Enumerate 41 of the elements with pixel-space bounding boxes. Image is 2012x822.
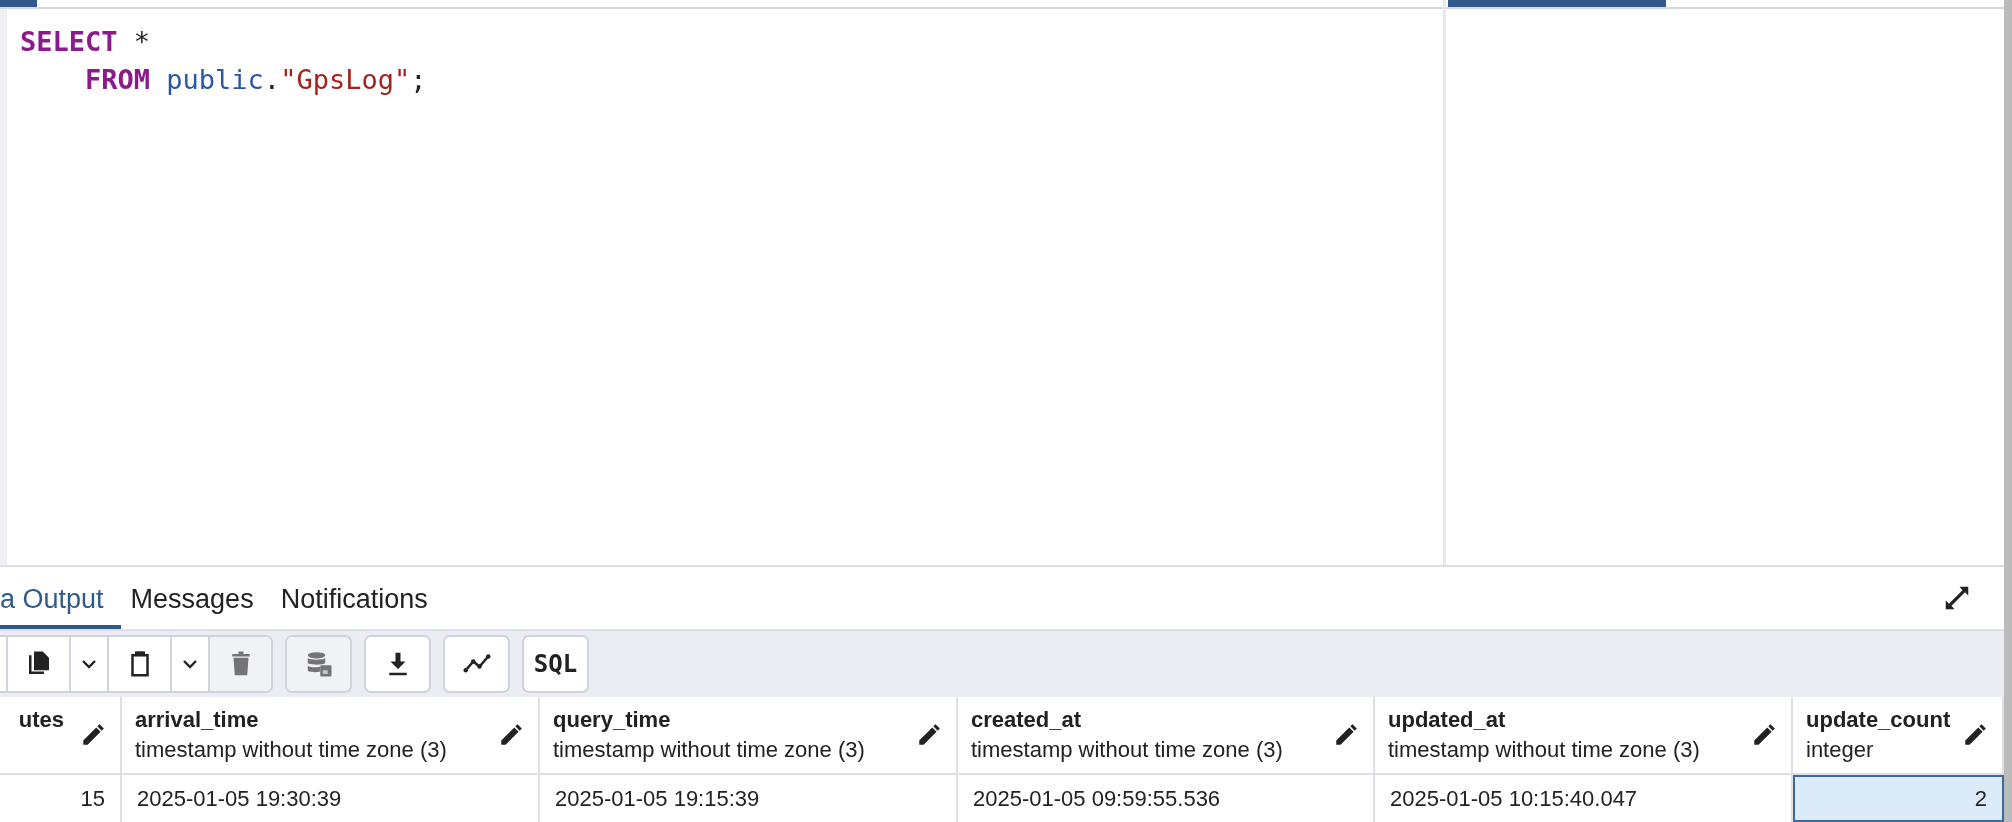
code-token: SELECT bbox=[20, 26, 118, 57]
column-name: utes bbox=[18, 706, 64, 734]
column-type: timestamp without time zone (3) bbox=[971, 736, 1283, 764]
column-type: integer bbox=[1806, 736, 1875, 764]
code-token: "GpsLog" bbox=[280, 64, 411, 95]
column-name: updated_at bbox=[1388, 706, 1507, 734]
column-name: created_at bbox=[971, 706, 1083, 734]
column-header[interactable]: created_at timestamp without time zone (3) bbox=[958, 697, 1375, 775]
graph-button[interactable] bbox=[445, 637, 508, 692]
column-header[interactable]: arrival_time timestamp without time zone (3) bbox=[122, 697, 540, 775]
code-token: . bbox=[263, 64, 281, 95]
sql-button[interactable]: SQL bbox=[524, 637, 587, 692]
pencil-icon[interactable] bbox=[916, 722, 942, 748]
download-button[interactable] bbox=[366, 637, 429, 692]
code-token: * bbox=[132, 26, 151, 57]
pencil-icon[interactable] bbox=[1962, 722, 1988, 748]
pencil-icon[interactable] bbox=[1751, 722, 1777, 748]
table-cell[interactable]: 2025-01-05 19:15:39 bbox=[540, 775, 958, 822]
code-token: public bbox=[166, 64, 264, 95]
code-token: FROM bbox=[84, 64, 152, 95]
column-type: timestamp without time zone (3) bbox=[135, 736, 447, 764]
table-cell[interactable]: 2 bbox=[1793, 775, 2004, 822]
column-type: timestamp without time zone (3) bbox=[1388, 736, 1700, 764]
column-type: timestamp without time zone (3) bbox=[553, 736, 865, 764]
pencil-icon[interactable] bbox=[498, 722, 524, 748]
column-header[interactable]: utes bbox=[0, 697, 122, 775]
column-name: arrival_time bbox=[135, 706, 260, 734]
output-tab[interactable]: Notifications bbox=[270, 567, 445, 630]
column-header[interactable]: updated_at timestamp without time zone (3) bbox=[1375, 697, 1793, 775]
pencil-icon[interactable] bbox=[1333, 722, 1359, 748]
column-name: query_time bbox=[553, 706, 672, 734]
pencil-icon[interactable] bbox=[80, 722, 106, 748]
output-tab[interactable]: Messages bbox=[120, 567, 271, 630]
column-header[interactable]: query_time timestamp without time zone (3) bbox=[540, 697, 958, 775]
code-editor[interactable]: SELECT * FROM public."GpsLog"; bbox=[7, 9, 1443, 566]
table-cell[interactable]: 2025-01-05 09:59:55.536 bbox=[958, 775, 1375, 822]
table-cell[interactable]: 2025-01-05 19:30:39 bbox=[122, 775, 540, 822]
tab-indicator bbox=[0, 0, 37, 7]
code-token: ; bbox=[410, 64, 427, 95]
table-cell[interactable]: 15 bbox=[0, 775, 122, 822]
column-name: update_count bbox=[1806, 706, 1951, 734]
